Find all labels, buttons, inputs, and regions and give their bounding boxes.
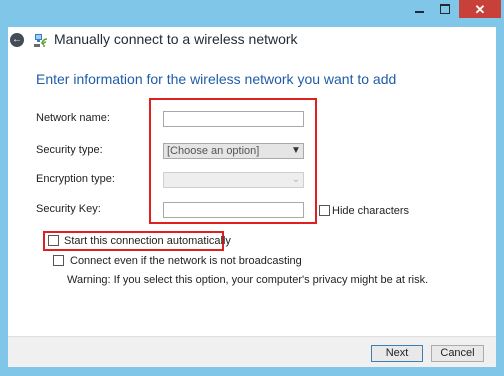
security-type-label: Security type: xyxy=(36,144,103,156)
chevron-down-icon: ▼ xyxy=(291,145,301,156)
maximize-button[interactable] xyxy=(432,0,458,18)
wireless-network-icon xyxy=(34,34,48,47)
chevron-down-icon: ⌄ xyxy=(291,174,301,185)
security-key-label: Security Key: xyxy=(36,203,101,215)
connect-not-broadcasting-checkbox[interactable] xyxy=(53,255,64,266)
privacy-warning-text: Warning: If you select this option, your… xyxy=(67,274,429,286)
start-automatically-checkbox[interactable] xyxy=(48,235,59,246)
connect-not-broadcasting-label[interactable]: Connect even if the network is not broad… xyxy=(70,255,302,267)
security-type-select[interactable]: [Choose an option] ▼ xyxy=(163,143,304,159)
cancel-button[interactable]: Cancel xyxy=(431,345,484,362)
maximize-icon xyxy=(440,4,450,14)
security-key-input[interactable] xyxy=(163,202,304,218)
next-button[interactable]: Next xyxy=(371,345,423,362)
navigation-bar: ← Manually connect to a wireless network xyxy=(8,27,496,55)
network-name-label: Network name: xyxy=(36,112,110,124)
network-name-input[interactable] xyxy=(163,111,304,127)
encryption-type-select: ⌄ xyxy=(163,172,304,188)
minimize-icon xyxy=(415,11,424,13)
encryption-type-label: Encryption type: xyxy=(36,173,115,185)
title-bar: ✕ xyxy=(0,0,504,28)
hide-characters-checkbox[interactable] xyxy=(319,205,330,216)
start-automatically-label[interactable]: Start this connection automatically xyxy=(64,235,231,247)
close-button[interactable]: ✕ xyxy=(459,0,501,18)
close-icon: ✕ xyxy=(474,1,486,17)
hide-characters-label[interactable]: Hide characters xyxy=(332,205,409,217)
page-heading: Enter information for the wireless netwo… xyxy=(36,71,397,87)
back-arrow-icon[interactable]: ← xyxy=(10,33,24,47)
button-bar: Next Cancel xyxy=(8,336,496,367)
dialog-window: ✕ ← Manually connect to a wireless netwo… xyxy=(0,0,504,376)
minimize-button[interactable] xyxy=(407,0,432,18)
dialog-title: Manually connect to a wireless network xyxy=(54,31,298,47)
security-type-value: [Choose an option] xyxy=(167,145,260,157)
dialog-content: ← Manually connect to a wireless network… xyxy=(8,27,496,367)
